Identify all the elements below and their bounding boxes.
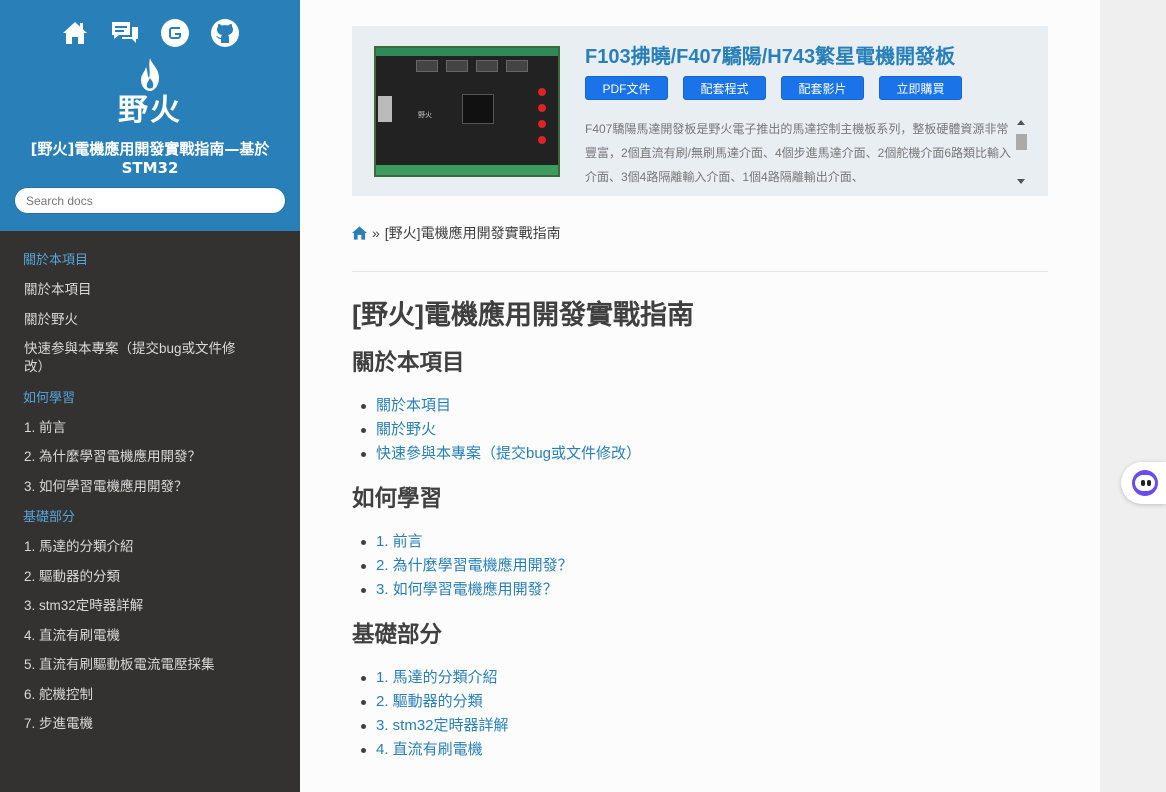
nav-group-learn: 如何學習 1. 前言 2. 為什麼學習電機應用開發？ 3. 如何學習電機應用開發… [0, 388, 300, 496]
main-content: 野火 F103拂曉/F407驕陽/H743繁星電機開發板 PDF文件 配套程式 … [300, 0, 1100, 792]
doc-link[interactable]: 4. 直流有刷電機 [376, 741, 483, 758]
companion-video-button[interactable]: 配套影片 [781, 76, 864, 100]
home-icon[interactable] [60, 18, 90, 48]
gitee-icon[interactable] [160, 18, 190, 48]
brand-logo[interactable]: 野火 [0, 56, 300, 132]
list-item: 快速參與本專案（提交bug或文件修改） [352, 442, 1048, 466]
chatbot-button[interactable] [1121, 462, 1166, 504]
search-input[interactable] [14, 187, 286, 214]
banner-title-link[interactable]: F103拂曉/F407驕陽/H743繁星電機開發板 [585, 40, 955, 69]
sidebar-item[interactable]: 4. 直流有刷電機 [0, 627, 300, 645]
sidebar-item[interactable]: 2. 驅動器的分類 [0, 568, 300, 586]
doc-link[interactable]: 關於野火 [376, 421, 436, 438]
pdf-doc-button[interactable]: PDF文件 [585, 76, 668, 100]
divider [352, 271, 1048, 272]
companion-program-button[interactable]: 配套程式 [683, 76, 766, 100]
section-link-list: 1. 馬達的分類介紹 2. 驅動器的分類 3. stm32定時器詳解 4. 直流… [352, 666, 1048, 762]
sidebar-item[interactable]: 快速参與本專案（提交bug或文件修改） [0, 340, 260, 376]
nav-caption: 基礎部分 [23, 509, 76, 524]
doc-link[interactable]: 3. 如何學習電機應用開發？ [376, 581, 558, 598]
sidebar: 野火 [野火]電機應用開發實戰指南—基於STM32 關於本項目 關於本項目 關於… [0, 0, 300, 792]
sidebar-item[interactable]: 5. 直流有刷驅動板電流電壓採集 [0, 656, 300, 674]
section-link-list: 關於本項目 關於野火 快速參與本專案（提交bug或文件修改） [352, 394, 1048, 466]
doc-link[interactable]: 2. 為什麼學習電機應用開發？ [376, 557, 573, 574]
scroll-down-icon[interactable] [1017, 179, 1025, 184]
list-item: 2. 驅動器的分類 [352, 690, 1048, 714]
chatbot-icon [1132, 470, 1158, 496]
breadcrumb-separator: » [372, 225, 380, 241]
board-label: 野火 [418, 111, 432, 119]
sidebar-item[interactable]: 1. 馬達的分類介紹 [0, 538, 300, 556]
list-item: 關於本項目 [352, 394, 1048, 418]
nav-caption: 如何學習 [23, 389, 76, 405]
sidebar-header: 野火 [野火]電機應用開發實戰指南—基於STM32 [0, 0, 300, 231]
section-heading: 關於本項目 [352, 350, 465, 375]
doc-link[interactable]: 3. stm32定時器詳解 [376, 717, 509, 734]
list-item: 1. 馬達的分類介紹 [352, 666, 1048, 690]
breadcrumb: » [野火]電機應用開發實戰指南 [352, 223, 561, 243]
search-wrapper [0, 187, 300, 214]
nav-group-about: 關於本項目 關於本項目 關於野火 快速参與本專案（提交bug或文件修改） [0, 250, 300, 376]
section-link-list: 1. 前言 2. 為什麼學習電機應用開發？ 3. 如何學習電機應用開發？ [352, 530, 1048, 602]
nav-group-basics: 基礎部分 1. 馬達的分類介紹 2. 驅動器的分類 3. stm32定時器詳解 … [0, 507, 300, 733]
sidebar-item[interactable]: 7. 步進電機 [0, 715, 300, 733]
sidebar-item[interactable]: 關於本項目 [0, 281, 300, 299]
doc-link[interactable]: 關於本項目 [376, 397, 451, 414]
product-banner: 野火 F103拂曉/F407驕陽/H743繁星電機開發板 PDF文件 配套程式 … [352, 26, 1048, 196]
section-heading: 如何學習 [352, 486, 443, 511]
sidebar-item[interactable]: 3. 如何學習電機應用開發？ [0, 478, 300, 496]
sidebar-item[interactable]: 6. 舵機控制 [0, 686, 300, 704]
list-item: 3. stm32定時器詳解 [352, 714, 1048, 738]
project-title-link[interactable]: [野火]電機應用開發實戰指南—基於STM32 [0, 140, 300, 178]
flame-logo-icon [141, 58, 159, 91]
list-item: 4. 直流有刷電機 [352, 738, 1048, 762]
logo-text: 野火 [118, 93, 182, 128]
list-item: 1. 前言 [352, 530, 1048, 554]
sidebar-item[interactable]: 1. 前言 [0, 419, 300, 437]
doc-link[interactable]: 2. 驅動器的分類 [376, 693, 483, 710]
sidebar-item[interactable]: 2. 為什麼學習電機應用開發？ [0, 448, 300, 466]
chat-icon[interactable] [110, 18, 140, 48]
board-image[interactable]: 野火 [374, 46, 560, 177]
section-heading: 基礎部分 [352, 622, 443, 647]
scroll-thumb[interactable] [1016, 134, 1027, 150]
breadcrumb-home-icon[interactable] [352, 226, 367, 240]
list-item: 3. 如何學習電機應用開發？ [352, 578, 1048, 602]
sidebar-item[interactable]: 關於野火 [0, 311, 300, 329]
list-item: 2. 為什麼學習電機應用開發？ [352, 554, 1048, 578]
description-scrollbar[interactable] [1014, 120, 1028, 184]
sidebar-item[interactable]: 3. stm32定時器詳解 [0, 597, 300, 615]
nav-caption: 關於本項目 [23, 252, 89, 267]
document-body: [野火]電機應用開發實戰指南 關於本項目 關於本項目 關於野火 快速參與本專案（… [352, 296, 1048, 780]
banner-buttons: PDF文件 配套程式 配套影片 立即購買 [585, 76, 962, 100]
breadcrumb-current: [野火]電機應用開發實戰指南 [384, 225, 561, 241]
list-item: 關於野火 [352, 418, 1048, 442]
page-title: [野火]電機應用開發實戰指南 [352, 300, 694, 330]
sidebar-nav: 關於本項目 關於本項目 關於野火 快速参與本專案（提交bug或文件修改） 如何學… [0, 231, 300, 733]
doc-link[interactable]: 1. 前言 [376, 533, 423, 550]
github-icon[interactable] [210, 18, 240, 48]
scroll-up-icon[interactable] [1017, 120, 1025, 125]
doc-link[interactable]: 快速參與本專案（提交bug或文件修改） [376, 445, 641, 462]
doc-link[interactable]: 1. 馬達的分類介紹 [376, 669, 498, 686]
sidebar-icon-row [0, 16, 300, 50]
banner-description: F407驕陽馬達開發板是野火電子推出的馬達控制主機板系列，整板硬體資源非常豐富，… [585, 122, 1012, 184]
buy-now-button[interactable]: 立即購買 [879, 76, 962, 100]
right-margin [1100, 0, 1166, 792]
